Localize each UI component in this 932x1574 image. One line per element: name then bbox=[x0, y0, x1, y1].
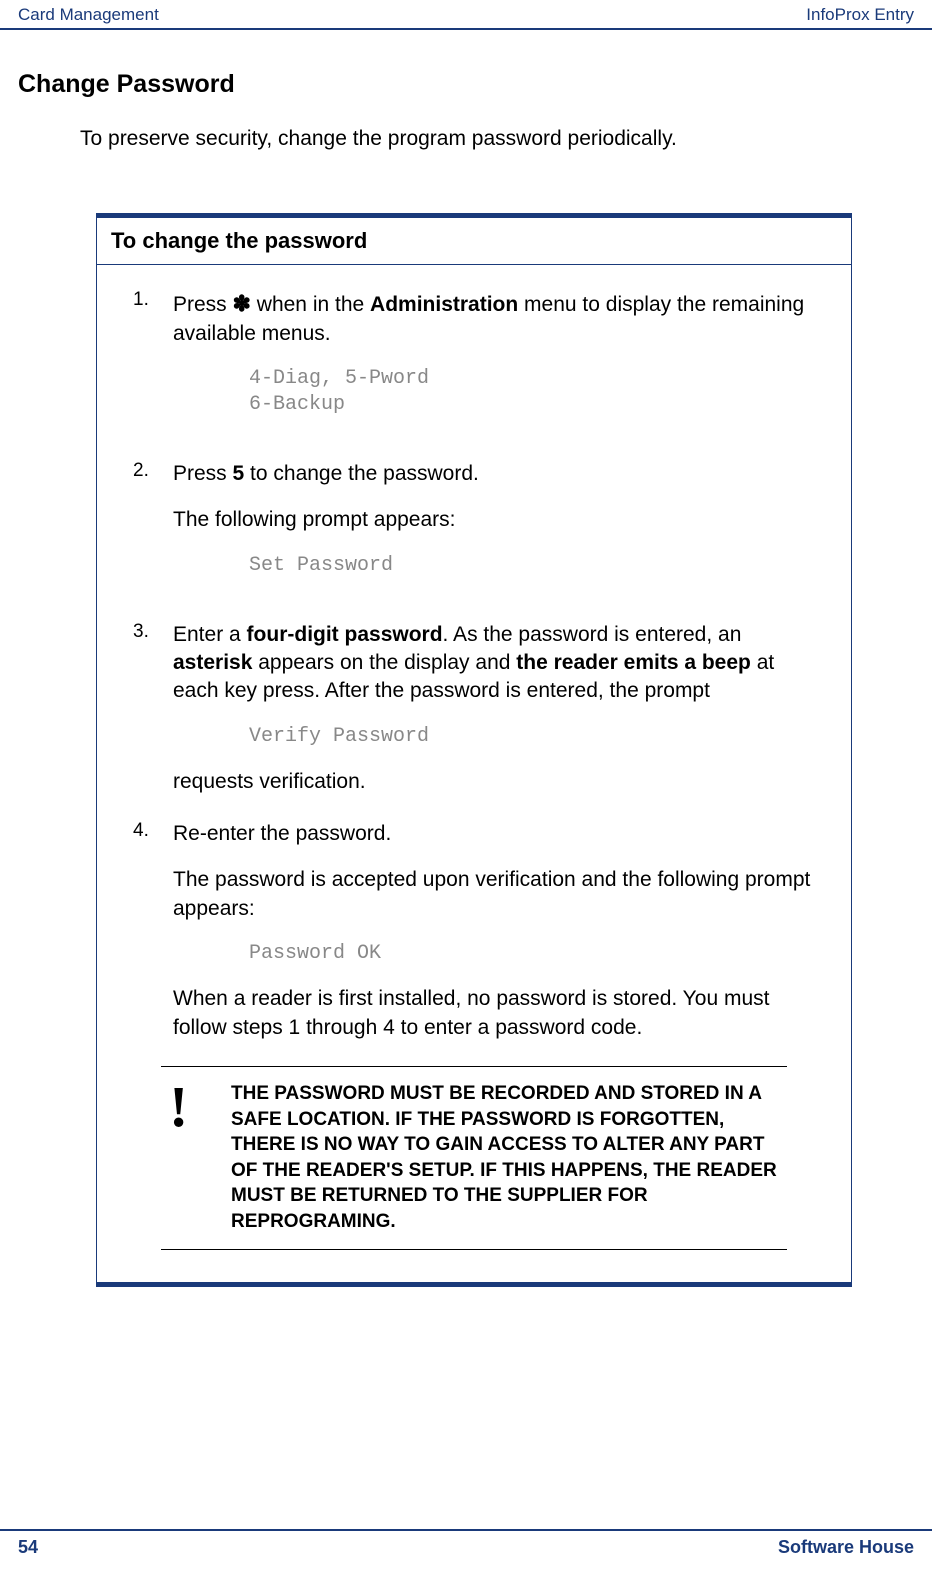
step-number: 3. bbox=[125, 621, 173, 796]
step-4: 4. Re-enter the password. The password i… bbox=[125, 820, 823, 1042]
exclamation-icon: ! bbox=[169, 1081, 231, 1133]
box-content: 1. Press ✽ when in the Administration me… bbox=[97, 265, 851, 1281]
warning-text: THE PASSWORD MUST BE RECORDED AND STORED… bbox=[231, 1081, 783, 1235]
bold-text: 5 bbox=[233, 462, 245, 485]
code-block: Password OK bbox=[249, 941, 823, 967]
text: when in the bbox=[251, 293, 370, 316]
page-header: Card Management InfoProx Entry bbox=[0, 0, 932, 30]
star-icon: ✽ bbox=[233, 291, 251, 316]
page-footer: 54 Software House bbox=[0, 1529, 932, 1564]
text: The password is accepted upon verificati… bbox=[173, 866, 823, 923]
step-1: 1. Press ✽ when in the Administration me… bbox=[125, 289, 823, 436]
step-3: 3. Enter a four-digit password. As the p… bbox=[125, 621, 823, 796]
step-body: Re-enter the password. The password is a… bbox=[173, 820, 823, 1042]
step-number: 1. bbox=[125, 289, 173, 436]
code-block: Set Password bbox=[249, 553, 823, 579]
text: Press bbox=[173, 462, 233, 485]
text: appears on the display and bbox=[252, 651, 516, 674]
step-2: 2. Press 5 to change the password. The f… bbox=[125, 460, 823, 597]
section-title: Change Password bbox=[18, 70, 914, 99]
step-body: Press ✽ when in the Administration menu … bbox=[173, 289, 823, 436]
bold-text: the reader emits a beep bbox=[516, 651, 751, 674]
step-number: 2. bbox=[125, 460, 173, 597]
box-title: To change the password bbox=[97, 218, 851, 265]
bold-text: asterisk bbox=[173, 651, 252, 674]
code-block: Verify Password bbox=[249, 724, 823, 750]
text: The following prompt appears: bbox=[173, 506, 823, 534]
bold-text: four-digit password bbox=[247, 623, 443, 646]
header-left: Card Management bbox=[18, 5, 159, 25]
page-content: Change Password To preserve security, ch… bbox=[0, 30, 932, 1287]
text: . As the password is entered, an bbox=[443, 623, 742, 646]
text: Re-enter the password. bbox=[173, 820, 823, 848]
step-body: Press 5 to change the password. The foll… bbox=[173, 460, 823, 597]
bold-text: Administration bbox=[370, 293, 518, 316]
text: to change the password. bbox=[244, 462, 479, 485]
text: Enter a bbox=[173, 623, 247, 646]
text: requests verification. bbox=[173, 768, 823, 796]
header-right: InfoProx Entry bbox=[806, 5, 914, 25]
warning-box: ! THE PASSWORD MUST BE RECORDED AND STOR… bbox=[161, 1066, 787, 1250]
code-block: 4-Diag, 5-Pword 6-Backup bbox=[249, 366, 823, 418]
text: When a reader is first installed, no pas… bbox=[173, 985, 823, 1042]
step-number: 4. bbox=[125, 820, 173, 1042]
page-number: 54 bbox=[18, 1537, 38, 1558]
intro-text: To preserve security, change the program… bbox=[80, 124, 914, 153]
text: Press bbox=[173, 293, 233, 316]
step-body: Enter a four-digit password. As the pass… bbox=[173, 621, 823, 796]
instruction-box: To change the password 1. Press ✽ when i… bbox=[96, 213, 852, 1286]
footer-right: Software House bbox=[778, 1537, 914, 1558]
